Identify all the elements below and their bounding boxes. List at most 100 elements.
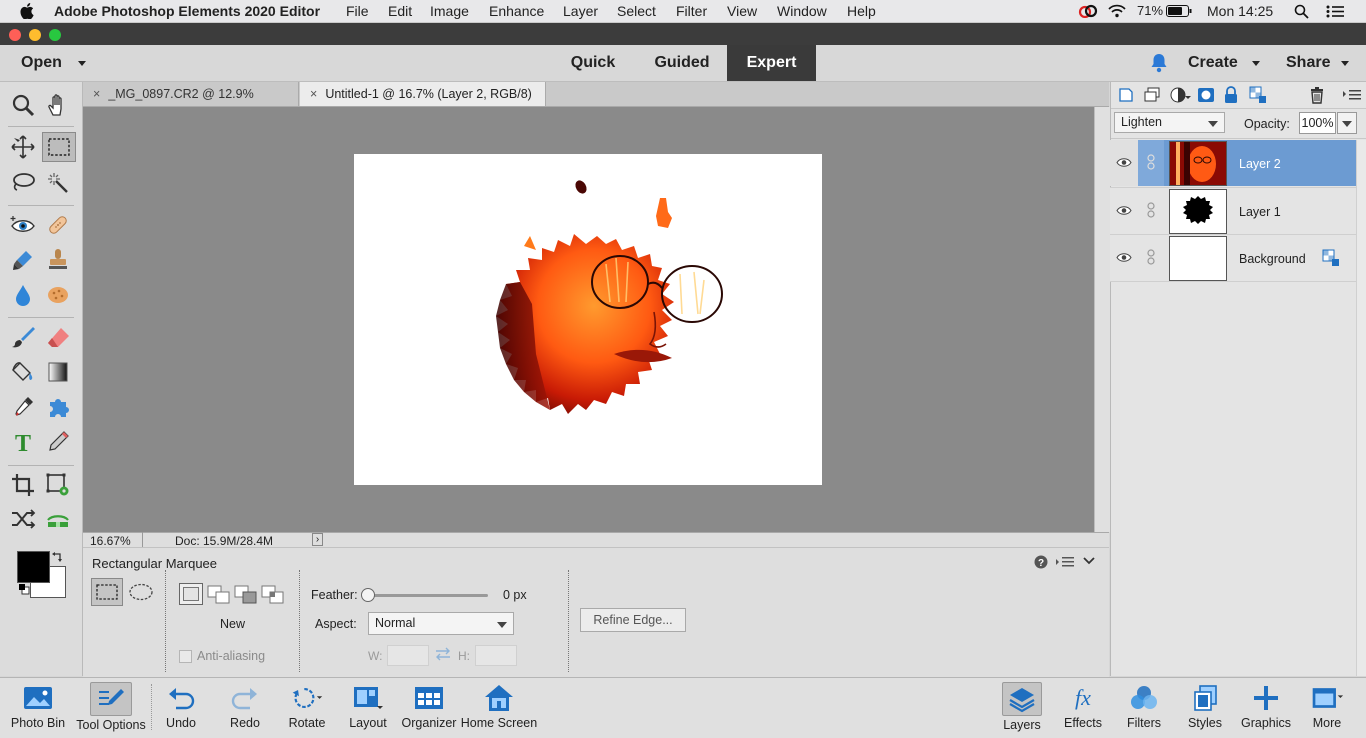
panel-menu-icon[interactable]	[1056, 556, 1074, 568]
opacity-input[interactable]: 100%	[1299, 112, 1336, 134]
close-icon[interactable]: ×	[93, 87, 100, 101]
refine-edge-button[interactable]: Refine Edge...	[580, 608, 686, 632]
effects-panel-button[interactable]: fx Effects	[1056, 680, 1110, 736]
creative-cloud-icon[interactable]	[1077, 4, 1099, 18]
width-input[interactable]	[387, 645, 429, 666]
recompose-tool[interactable]	[43, 471, 73, 499]
collapse-chevron-icon[interactable]	[1083, 557, 1095, 565]
more-panels-button[interactable]: More	[1302, 680, 1352, 736]
undo-button[interactable]: Undo	[156, 680, 206, 736]
intersect-selection-icon[interactable]	[261, 585, 285, 605]
crop-tool[interactable]	[8, 471, 38, 499]
menu-view[interactable]: View	[727, 3, 757, 19]
link-chain-icon[interactable]	[1147, 154, 1155, 170]
swap-colors-icon[interactable]	[51, 550, 65, 564]
styles-panel-button[interactable]: Styles	[1178, 680, 1232, 736]
create-button[interactable]: Create	[1188, 45, 1266, 81]
home-screen-button[interactable]: Home Screen	[459, 680, 539, 736]
lock-all-icon[interactable]	[1223, 86, 1239, 104]
layers-panel-menu-icon[interactable]	[1343, 88, 1361, 102]
content-aware-move-tool[interactable]	[8, 505, 38, 533]
open-button[interactable]: Open	[12, 45, 92, 81]
visibility-eye-icon[interactable]	[1116, 252, 1132, 263]
filters-panel-button[interactable]: Filters	[1117, 680, 1171, 736]
notification-center-icon[interactable]	[1326, 5, 1344, 18]
menu-enhance[interactable]: Enhance	[489, 3, 544, 19]
document-tab-active[interactable]: ×Untitled-1 @ 16.7% (Layer 2, RGB/8) *	[300, 82, 546, 125]
zoom-tool[interactable]	[8, 91, 38, 119]
lasso-tool[interactable]	[8, 169, 38, 197]
straighten-tool[interactable]	[43, 505, 73, 533]
layer-row-layer-2[interactable]: Layer 2	[1110, 140, 1356, 186]
elliptical-marquee-option[interactable]	[127, 578, 155, 606]
zoom-level[interactable]: 16.67%	[90, 534, 131, 548]
layer-row-background[interactable]: Background	[1110, 234, 1356, 282]
smart-brush-tool[interactable]	[8, 246, 38, 274]
type-tool[interactable]: T	[8, 428, 38, 456]
clock[interactable]: Mon 14:25	[1207, 3, 1273, 19]
swap-dimensions-icon[interactable]	[435, 647, 451, 661]
vertical-scrollbar[interactable]	[1094, 107, 1110, 532]
custom-shape-tool[interactable]	[43, 393, 73, 421]
link-chain-icon[interactable]	[1147, 249, 1155, 265]
rectangular-marquee-option[interactable]	[91, 578, 123, 606]
tool-options-button[interactable]: Tool Options	[74, 680, 148, 736]
menu-select[interactable]: Select	[617, 3, 656, 19]
help-icon[interactable]: ?	[1034, 555, 1048, 569]
eraser-tool[interactable]	[43, 323, 73, 351]
paint-bucket-tool[interactable]	[8, 358, 38, 386]
menu-window[interactable]: Window	[777, 3, 827, 19]
visibility-eye-icon[interactable]	[1116, 205, 1132, 216]
menu-help[interactable]: Help	[847, 3, 876, 19]
blend-mode-dropdown[interactable]: Lighten	[1114, 112, 1225, 133]
background-lock-icon[interactable]	[1322, 249, 1340, 267]
feather-slider-track[interactable]	[365, 594, 488, 597]
new-selection-mode-button[interactable]	[179, 583, 203, 605]
eyedropper-tool[interactable]	[8, 393, 38, 421]
status-menu-arrow-icon[interactable]: ›	[312, 533, 323, 546]
layer-row-layer-1[interactable]: Layer 1	[1110, 187, 1356, 234]
battery-icon[interactable]	[1166, 5, 1192, 17]
sponge-tool[interactable]	[43, 281, 73, 309]
minimize-window-button[interactable]	[29, 29, 41, 41]
adjustment-layer-icon[interactable]	[1169, 86, 1191, 104]
brush-tool[interactable]	[8, 323, 38, 351]
layer-mask-icon[interactable]	[1197, 86, 1215, 104]
aspect-dropdown[interactable]: Normal	[368, 612, 514, 635]
share-button[interactable]: Share	[1286, 45, 1356, 81]
menu-image[interactable]: Image	[430, 3, 469, 19]
rotate-button[interactable]: Rotate	[280, 680, 334, 736]
document-canvas[interactable]	[354, 154, 822, 485]
organizer-button[interactable]: Organizer	[400, 680, 458, 736]
notification-bell-icon[interactable]	[1150, 53, 1168, 73]
link-chain-icon[interactable]	[1147, 202, 1155, 218]
default-colors-icon[interactable]	[18, 583, 30, 595]
layers-panel-button[interactable]: Layers	[998, 680, 1046, 736]
close-window-button[interactable]	[9, 29, 21, 41]
apple-logo-icon[interactable]	[20, 3, 34, 19]
menu-file[interactable]: File	[346, 3, 369, 19]
subtract-from-selection-icon[interactable]	[234, 585, 258, 605]
menu-filter[interactable]: Filter	[676, 3, 707, 19]
document-tab[interactable]: ×_MG_0897.CR2 @ 12.9% (RGB/8)	[83, 82, 299, 125]
foreground-color-swatch[interactable]	[17, 551, 50, 583]
tab-expert[interactable]: Expert	[727, 45, 816, 81]
tab-guided[interactable]: Guided	[642, 45, 722, 81]
red-eye-removal-tool[interactable]	[8, 211, 38, 239]
quick-selection-tool[interactable]	[43, 169, 73, 197]
zoom-window-button[interactable]	[49, 29, 61, 41]
feather-slider-thumb[interactable]	[361, 588, 375, 602]
menu-edit[interactable]: Edit	[388, 3, 412, 19]
layers-scrollbar[interactable]	[1356, 140, 1366, 676]
move-tool[interactable]	[8, 133, 38, 161]
graphics-panel-button[interactable]: Graphics	[1237, 680, 1295, 736]
hand-tool[interactable]	[43, 91, 73, 119]
new-layer-icon[interactable]	[1117, 86, 1135, 104]
redo-button[interactable]: Redo	[220, 680, 270, 736]
app-name[interactable]: Adobe Photoshop Elements 2020 Editor	[54, 3, 320, 19]
menu-layer[interactable]: Layer	[563, 3, 598, 19]
close-icon[interactable]: ×	[310, 87, 317, 101]
anti-aliasing-checkbox[interactable]	[179, 650, 192, 663]
add-to-selection-icon[interactable]	[207, 585, 231, 605]
rectangular-marquee-tool[interactable]	[42, 132, 76, 162]
